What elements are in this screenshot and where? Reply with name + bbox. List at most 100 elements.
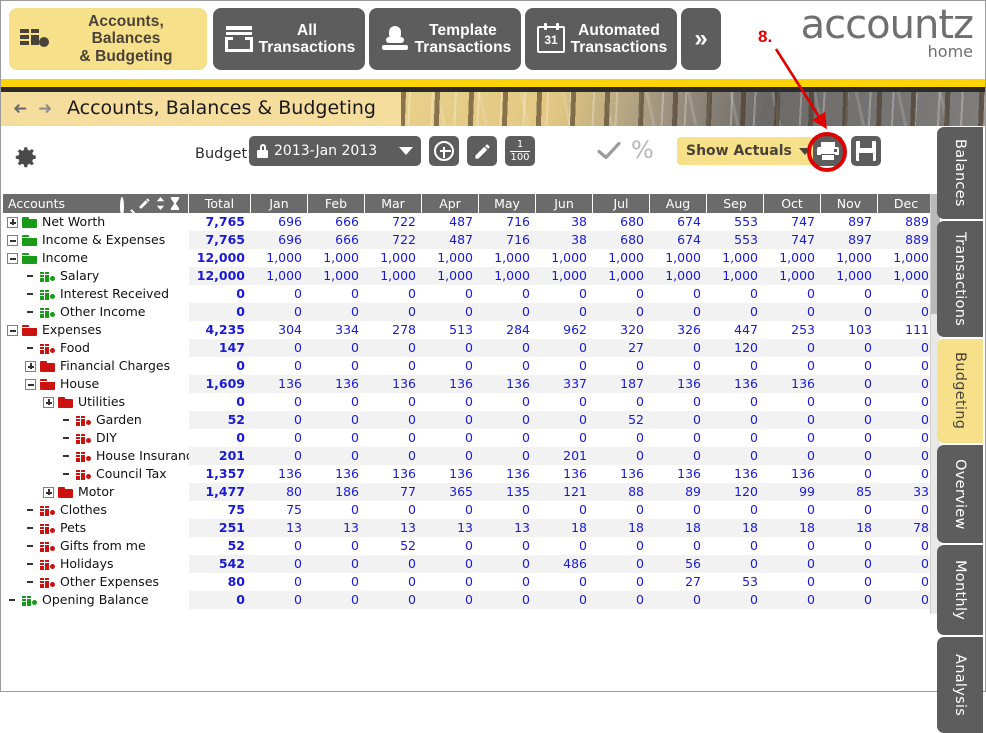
table-row[interactable]: Net Worth 7,765 696 666 722 487 716 38 680 674 553… <box>3 213 939 231</box>
value-cell-apr[interactable]: 0 <box>422 285 479 303</box>
value-cell-jul[interactable]: 0 <box>593 447 650 465</box>
value-cell-jan[interactable]: 136 <box>251 375 308 393</box>
table-row[interactable]: Food 147 0 0 0 0 0 0 27 0 120 0 0 0 <box>3 339 939 357</box>
value-cell-oct[interactable]: 0 <box>764 537 821 555</box>
nav-accounts-balances-budgeting[interactable]: Accounts, Balances & Budgeting <box>9 8 207 70</box>
tab-balances[interactable]: Balances <box>937 127 983 219</box>
value-cell-dec[interactable]: 0 <box>878 501 935 519</box>
value-cell-aug[interactable]: 1,000 <box>650 249 707 267</box>
value-cell-apr[interactable]: 136 <box>422 375 479 393</box>
expand-icon[interactable] <box>25 360 36 372</box>
table-row[interactable]: Interest Received 0 0 0 0 0 0 0 0 0 0 0 0 0 <box>3 285 939 303</box>
value-cell-oct[interactable]: 18 <box>764 519 821 537</box>
value-cell-jan[interactable]: 0 <box>251 447 308 465</box>
table-row[interactable]: Gifts from me 52 0 0 52 0 0 0 0 0 0 0 0 0 <box>3 537 939 555</box>
value-cell-dec[interactable]: 0 <box>878 465 935 483</box>
value-cell-total[interactable]: 52 <box>189 537 251 555</box>
column-header-accounts[interactable]: Accounts <box>3 194 189 216</box>
value-cell-may[interactable]: 0 <box>479 393 536 411</box>
value-cell-total[interactable]: 0 <box>189 285 251 303</box>
value-cell-jul[interactable]: 0 <box>593 573 650 591</box>
value-cell-aug[interactable]: 0 <box>650 393 707 411</box>
value-cell-feb[interactable]: 0 <box>308 537 365 555</box>
value-cell-aug[interactable]: 1,000 <box>650 267 707 285</box>
value-cell-may[interactable]: 136 <box>479 465 536 483</box>
value-cell-nov[interactable]: 0 <box>821 429 878 447</box>
value-cell-total[interactable]: 0 <box>189 393 251 411</box>
value-cell-aug[interactable]: 136 <box>650 375 707 393</box>
column-header-aug[interactable]: Aug <box>650 194 707 213</box>
value-cell-oct[interactable]: 0 <box>764 447 821 465</box>
value-cell-mar[interactable]: 0 <box>365 339 422 357</box>
value-cell-oct[interactable]: 136 <box>764 375 821 393</box>
nav-all-transactions[interactable]: All Transactions <box>213 8 365 70</box>
value-cell-apr[interactable]: 0 <box>422 357 479 375</box>
value-cell-jun[interactable]: 0 <box>536 339 593 357</box>
value-cell-dec[interactable]: 111 <box>878 321 935 339</box>
value-cell-sep[interactable]: 120 <box>707 483 764 501</box>
value-cell-jun[interactable]: 0 <box>536 429 593 447</box>
value-cell-sep[interactable]: 0 <box>707 429 764 447</box>
account-name-cell[interactable]: Expenses <box>3 321 189 339</box>
value-cell-nov[interactable]: 85 <box>821 483 878 501</box>
confirm-button[interactable] <box>595 138 623 164</box>
value-cell-jan[interactable]: 13 <box>251 519 308 537</box>
value-cell-aug[interactable]: 0 <box>650 339 707 357</box>
expand-icon[interactable] <box>43 396 54 408</box>
value-cell-nov[interactable]: 0 <box>821 591 878 609</box>
add-button[interactable] <box>429 136 459 166</box>
value-cell-sep[interactable]: 0 <box>707 447 764 465</box>
value-cell-apr[interactable]: 0 <box>422 573 479 591</box>
value-cell-may[interactable]: 136 <box>479 375 536 393</box>
value-cell-nov[interactable]: 0 <box>821 537 878 555</box>
value-cell-jul[interactable]: 1,000 <box>593 249 650 267</box>
value-cell-sep[interactable]: 136 <box>707 465 764 483</box>
account-name-cell[interactable]: Food <box>3 339 189 357</box>
value-cell-sep[interactable]: 0 <box>707 357 764 375</box>
value-cell-oct[interactable]: 99 <box>764 483 821 501</box>
column-header-may[interactable]: May <box>479 194 536 213</box>
back-arrow-icon[interactable]: ➜ <box>13 99 27 119</box>
value-cell-feb[interactable]: 0 <box>308 555 365 573</box>
value-cell-jun[interactable]: 38 <box>536 213 593 231</box>
value-cell-jan[interactable]: 0 <box>251 339 308 357</box>
value-cell-jul[interactable]: 18 <box>593 519 650 537</box>
value-cell-jul[interactable]: 680 <box>593 231 650 249</box>
value-cell-sep[interactable]: 0 <box>707 285 764 303</box>
value-cell-aug[interactable]: 674 <box>650 213 707 231</box>
collapse-icon[interactable] <box>7 324 18 336</box>
expand-icon[interactable] <box>7 216 18 228</box>
value-cell-sep[interactable]: 0 <box>707 501 764 519</box>
value-cell-mar[interactable]: 0 <box>365 555 422 573</box>
value-cell-oct[interactable]: 0 <box>764 393 821 411</box>
account-name-cell[interactable]: Clothes <box>3 501 189 519</box>
account-name-cell[interactable]: Other Income <box>3 303 189 321</box>
value-cell-jan[interactable]: 0 <box>251 537 308 555</box>
table-row[interactable]: Salary 12,000 1,000 1,000 1,000 1,000 1,000 1,0… <box>3 267 939 285</box>
value-cell-apr[interactable]: 513 <box>422 321 479 339</box>
table-row[interactable]: Other Expenses 80 0 0 0 0 0 0 0 27 53 0 0 0 <box>3 573 939 591</box>
pencil-icon[interactable] <box>138 197 151 210</box>
value-cell-nov[interactable]: 1,000 <box>821 267 878 285</box>
value-cell-nov[interactable]: 0 <box>821 573 878 591</box>
value-cell-sep[interactable]: 0 <box>707 411 764 429</box>
value-cell-jun[interactable]: 962 <box>536 321 593 339</box>
value-cell-feb[interactable]: 0 <box>308 447 365 465</box>
value-cell-jun[interactable]: 38 <box>536 231 593 249</box>
account-name-cell[interactable]: Financial Charges <box>3 357 189 375</box>
value-cell-total[interactable]: 12,000 <box>189 249 251 267</box>
value-cell-total[interactable]: 0 <box>189 303 251 321</box>
value-cell-feb[interactable]: 0 <box>308 429 365 447</box>
value-cell-mar[interactable]: 1,000 <box>365 267 422 285</box>
value-cell-aug[interactable]: 27 <box>650 573 707 591</box>
value-cell-apr[interactable]: 1,000 <box>422 249 479 267</box>
table-row[interactable]: House Insuranc 201 0 0 0 0 0 201 0 0 0 0 0 0 <box>3 447 939 465</box>
value-cell-total[interactable]: 7,765 <box>189 231 251 249</box>
value-cell-aug[interactable]: 674 <box>650 231 707 249</box>
column-header-total[interactable]: Total <box>189 194 251 213</box>
value-cell-aug[interactable]: 136 <box>650 465 707 483</box>
value-cell-apr[interactable]: 0 <box>422 501 479 519</box>
value-cell-feb[interactable]: 13 <box>308 519 365 537</box>
value-cell-oct[interactable]: 0 <box>764 501 821 519</box>
value-cell-nov[interactable]: 0 <box>821 339 878 357</box>
